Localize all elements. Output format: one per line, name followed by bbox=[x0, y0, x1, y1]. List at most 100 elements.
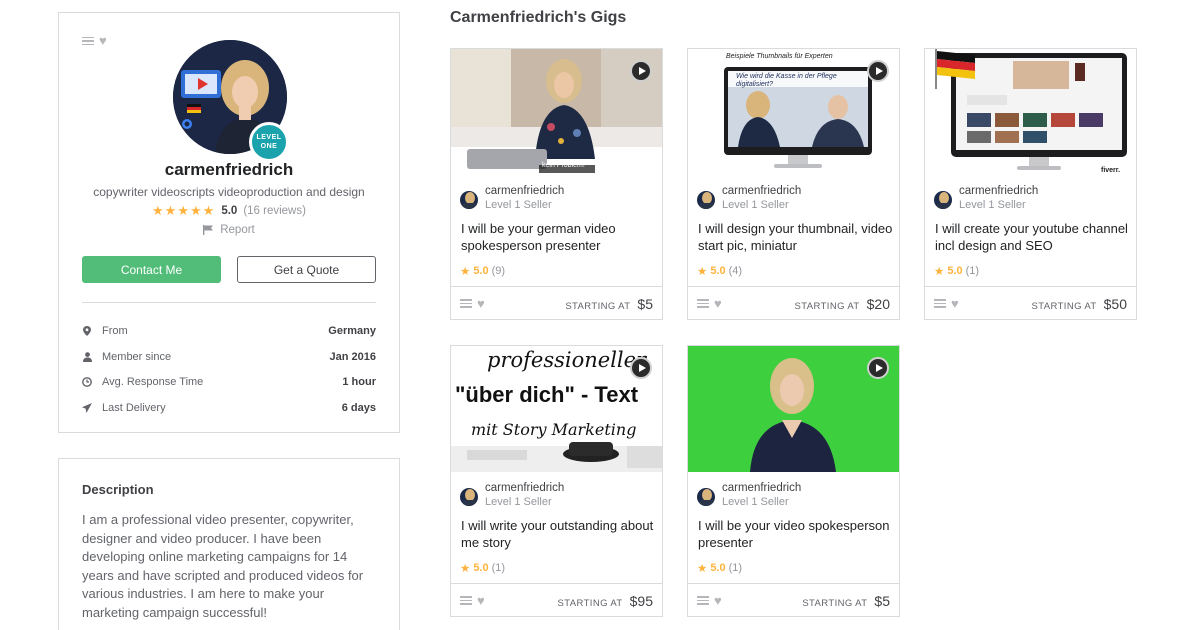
thumb-caption: fiverr. bbox=[1101, 167, 1121, 174]
gig-price[interactable]: STARTING AT $20 bbox=[795, 296, 890, 312]
gig-thumbnail[interactable] bbox=[688, 346, 899, 472]
gig-card[interactable]: professioneller "über dich" - Text mit S… bbox=[450, 345, 663, 617]
gig-title[interactable]: I will write your outstanding about me s… bbox=[461, 518, 656, 551]
description-card: Description I am a professional video pr… bbox=[58, 458, 400, 630]
gig-price[interactable]: STARTING AT $5 bbox=[565, 296, 653, 312]
gig-rating-count: (1) bbox=[491, 562, 506, 574]
mini-avatar bbox=[934, 191, 952, 209]
mini-avatar bbox=[460, 191, 478, 209]
heart-icon[interactable]: ♥ bbox=[477, 297, 485, 310]
gig-seller[interactable]: carmenfriedrich Level 1 Seller bbox=[460, 185, 564, 212]
star-icon: ★ bbox=[697, 563, 708, 575]
stat-label: From bbox=[102, 324, 128, 337]
stat-label: Member since bbox=[102, 350, 172, 363]
gig-title[interactable]: I will be your german video spokesperson… bbox=[461, 221, 656, 254]
menu-icon[interactable] bbox=[697, 299, 709, 308]
gig-card[interactable]: kein Problem! carmenfriedrich Level 1 Se… bbox=[450, 48, 663, 320]
play-video-icon[interactable] bbox=[867, 357, 889, 379]
level-badge-line2: ONE bbox=[260, 143, 278, 150]
rating-score: 5.0 bbox=[221, 205, 238, 217]
play-video-icon[interactable] bbox=[867, 60, 889, 82]
menu-icon[interactable] bbox=[460, 299, 472, 308]
gig-thumbnail[interactable]: fiverr. bbox=[925, 49, 1136, 175]
clock-icon bbox=[82, 377, 92, 388]
gig-rating: ★ 5.0 (9) bbox=[460, 264, 505, 278]
seller-avatar[interactable]: LEVEL ONE bbox=[173, 40, 289, 162]
gig-rating-score: 5.0 bbox=[473, 562, 489, 574]
menu-icon[interactable] bbox=[460, 596, 472, 605]
heart-icon[interactable]: ♥ bbox=[951, 297, 959, 310]
gig-seller[interactable]: carmenfriedrich Level 1 Seller bbox=[697, 482, 801, 509]
gig-seller-level: Level 1 Seller bbox=[485, 199, 552, 211]
gig-price[interactable]: STARTING AT $5 bbox=[802, 593, 890, 609]
gig-seller-level: Level 1 Seller bbox=[722, 496, 789, 508]
gig-footer: ♥ STARTING AT $95 bbox=[451, 583, 662, 616]
thumb-line-3: mit Story Marketing bbox=[471, 420, 637, 439]
gig-rating: ★ 5.0 (1) bbox=[934, 264, 979, 278]
gig-seller-name[interactable]: carmenfriedrich bbox=[485, 185, 564, 198]
gig-footer: ♥ STARTING AT $50 bbox=[925, 286, 1136, 319]
gig-price[interactable]: STARTING AT $50 bbox=[1032, 296, 1127, 312]
heart-icon[interactable]: ♥ bbox=[99, 34, 107, 47]
price-value: $5 bbox=[874, 592, 890, 609]
star-icon: ★ bbox=[460, 563, 471, 575]
rating-stars-icon: ★★★★★ bbox=[152, 203, 216, 218]
starting-at-label: STARTING AT bbox=[557, 597, 623, 609]
gig-title[interactable]: I will design your thumbnail, video star… bbox=[698, 221, 893, 254]
gig-title[interactable]: I will be your video spokesperson presen… bbox=[698, 518, 893, 551]
heart-icon[interactable]: ♥ bbox=[477, 594, 485, 607]
gig-seller-level: Level 1 Seller bbox=[485, 496, 552, 508]
gig-seller[interactable]: carmenfriedrich Level 1 Seller bbox=[460, 482, 564, 509]
seller-username[interactable]: carmenfriedrich bbox=[59, 160, 399, 180]
gig-footer: ♥ STARTING AT $5 bbox=[451, 286, 662, 319]
gigs-section-title: Carmenfriedrich's Gigs bbox=[450, 9, 627, 26]
gig-rating: ★ 5.0 (1) bbox=[460, 561, 505, 575]
starting-at-label: STARTING AT bbox=[794, 300, 860, 312]
seller-stats: From Germany Member since Jan 2016 Avg. … bbox=[82, 318, 376, 421]
stat-value: Jan 2016 bbox=[329, 350, 376, 363]
stat-member-since: Member since Jan 2016 bbox=[82, 344, 376, 370]
gig-price[interactable]: STARTING AT $95 bbox=[558, 593, 653, 609]
gig-footer: ♥ STARTING AT $5 bbox=[688, 583, 899, 616]
stat-value: Germany bbox=[328, 324, 376, 337]
stat-value: 1 hour bbox=[342, 376, 376, 389]
gig-rating-score: 5.0 bbox=[947, 265, 963, 277]
gig-thumbnail[interactable]: kein Problem! bbox=[451, 49, 662, 175]
play-video-icon[interactable] bbox=[630, 60, 652, 82]
gig-seller[interactable]: carmenfriedrich Level 1 Seller bbox=[697, 185, 801, 212]
menu-icon[interactable] bbox=[697, 596, 709, 605]
heart-icon[interactable]: ♥ bbox=[714, 594, 722, 607]
starting-at-label: STARTING AT bbox=[565, 300, 631, 312]
thumb-caption: Beispiele Thumbnails für Experten bbox=[726, 53, 833, 60]
gig-thumbnail[interactable]: Beispiele Thumbnails für Experten Wie wi… bbox=[688, 49, 899, 175]
play-video-icon[interactable] bbox=[630, 357, 652, 379]
thumb-line-1: professioneller bbox=[487, 348, 647, 372]
gig-seller[interactable]: carmenfriedrich Level 1 Seller bbox=[934, 185, 1038, 212]
get-quote-button[interactable]: Get a Quote bbox=[237, 256, 376, 283]
stat-response-time: Avg. Response Time 1 hour bbox=[82, 369, 376, 395]
gig-card[interactable]: carmenfriedrich Level 1 Seller I will be… bbox=[687, 345, 900, 617]
seller-profile-card: ♥ LEVEL ONE carmenfriedrich copywriter v… bbox=[58, 12, 400, 433]
gig-card[interactable]: fiverr. carmenfriedrich Level 1 Seller I… bbox=[924, 48, 1137, 320]
gig-seller-name[interactable]: carmenfriedrich bbox=[959, 185, 1038, 198]
gig-rating-count: (4) bbox=[728, 265, 743, 277]
stat-label: Avg. Response Time bbox=[102, 376, 204, 389]
gig-seller-name[interactable]: carmenfriedrich bbox=[722, 185, 801, 198]
gig-title[interactable]: I will create your youtube channel incl … bbox=[935, 221, 1130, 254]
gig-card[interactable]: Beispiele Thumbnails für Experten Wie wi… bbox=[687, 48, 900, 320]
seller-rating: ★★★★★ 5.0 (16 reviews) bbox=[59, 203, 399, 219]
rating-count[interactable]: (16 reviews) bbox=[243, 205, 306, 217]
star-icon: ★ bbox=[697, 266, 708, 278]
gig-rating-count: (1) bbox=[728, 562, 743, 574]
heart-icon[interactable]: ♥ bbox=[714, 297, 722, 310]
contact-me-button[interactable]: Contact Me bbox=[82, 256, 221, 283]
menu-icon[interactable] bbox=[934, 299, 946, 308]
gig-seller-name[interactable]: carmenfriedrich bbox=[722, 482, 801, 495]
price-value: $95 bbox=[629, 592, 653, 609]
stat-last-delivery: Last Delivery 6 days bbox=[82, 395, 376, 421]
seller-tagline: copywriter videoscripts videoproduction … bbox=[93, 185, 365, 199]
gig-thumbnail[interactable]: professioneller "über dich" - Text mit S… bbox=[451, 346, 662, 472]
report-link[interactable]: Report bbox=[59, 224, 399, 236]
menu-icon[interactable] bbox=[82, 36, 94, 46]
gig-seller-name[interactable]: carmenfriedrich bbox=[485, 482, 564, 495]
